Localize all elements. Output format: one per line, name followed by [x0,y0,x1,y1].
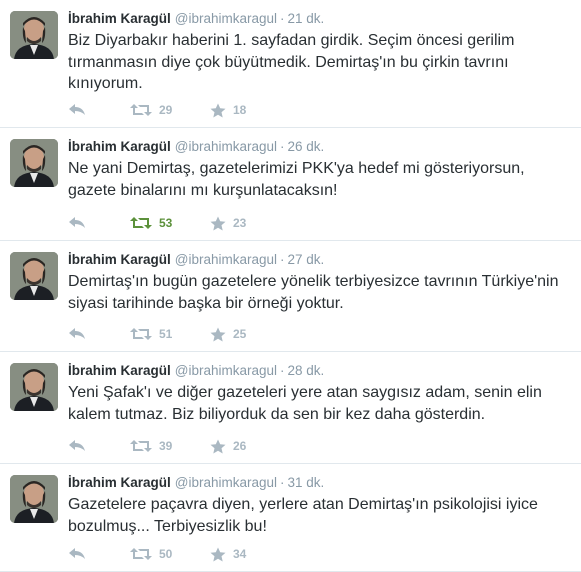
avatar[interactable] [10,11,58,59]
retweet-button[interactable]: 39 [130,439,210,453]
reply-button[interactable] [68,216,130,230]
favorite-button[interactable]: 18 [210,103,290,118]
favorite-button[interactable]: 26 [210,439,290,454]
tweet-header: İbrahim Karagül @ibrahimkaragul · 31 dk. [68,474,569,492]
tweet-timestamp[interactable]: 26 dk. [288,139,325,154]
header-separator: · [280,475,285,490]
tweet-timestamp[interactable]: 27 dk. [288,252,325,267]
retweet-icon [130,440,152,452]
retweet-count: 29 [159,103,173,117]
favorite-button[interactable]: 23 [210,216,290,231]
avatar[interactable] [10,252,58,300]
retweet-icon [130,104,152,116]
author-fullname[interactable]: İbrahim Karagül [68,139,171,154]
favorite-count: 34 [233,547,247,561]
star-icon [210,439,226,453]
tweet-timestamp[interactable]: 28 dk. [288,363,325,378]
reply-icon [69,104,85,115]
retweet-button[interactable]: 50 [130,547,210,561]
author-username[interactable]: @ibrahimkaragul [175,475,277,490]
tweet-header: İbrahim Karagül @ibrahimkaragul · 27 dk. [68,251,569,269]
tweet-timeline: İbrahim Karagül @ibrahimkaragul · 21 dk. Bi… [0,0,581,572]
avatar[interactable] [10,475,58,523]
favorite-count: 25 [233,327,247,341]
retweet-button[interactable]: 51 [130,327,210,341]
tweet-text: Biz Diyarbakır haberini 1. sayfadan gird… [68,32,515,92]
tweet-actions: 39 26 [68,437,290,455]
tweet-text: Gazetelere paçavra diyen, yerlere atan D… [68,496,538,535]
retweet-icon [130,217,152,229]
avatar[interactable] [10,139,58,187]
header-separator: · [280,11,285,26]
tweet-actions: 53 23 [68,214,290,232]
retweet-count: 39 [159,439,173,453]
favorite-button[interactable]: 25 [210,327,290,342]
header-separator: · [280,363,285,378]
author-fullname[interactable]: İbrahim Karagül [68,475,171,490]
author-username[interactable]: @ibrahimkaragul [175,252,277,267]
tweet[interactable]: İbrahim Karagül @ibrahimkaragul · 28 dk. Ye… [0,352,581,464]
reply-button[interactable] [68,327,130,341]
favorite-count: 18 [233,103,247,117]
star-icon [210,327,226,341]
author-fullname[interactable]: İbrahim Karagül [68,11,171,26]
author-username[interactable]: @ibrahimkaragul [175,139,277,154]
star-icon [210,216,226,230]
favorite-button[interactable]: 34 [210,547,290,562]
tweet[interactable]: İbrahim Karagül @ibrahimkaragul · 31 dk. Ga… [0,464,581,572]
tweet-header: İbrahim Karagül @ibrahimkaragul · 26 dk. [68,138,569,156]
tweet-actions: 50 34 [68,545,290,563]
retweet-button[interactable]: 53 [130,216,210,230]
avatar[interactable] [10,363,58,411]
retweet-icon [130,548,152,560]
tweet-text: Yeni Şafak'ı ve diğer gazeteleri yere at… [68,384,542,423]
reply-button[interactable] [68,103,130,117]
tweet-text: Demirtaş'ın bugün gazetelere yönelik ter… [68,273,559,312]
star-icon [210,103,226,117]
reply-icon [69,217,85,228]
tweet-actions: 51 25 [68,325,290,343]
favorite-count: 23 [233,216,247,230]
star-icon [210,547,226,561]
tweet-header: İbrahim Karagül @ibrahimkaragul · 21 dk. [68,10,569,28]
retweet-count: 53 [159,216,173,230]
favorite-count: 26 [233,439,247,453]
retweet-button[interactable]: 29 [130,103,210,117]
author-fullname[interactable]: İbrahim Karagül [68,252,171,267]
retweet-count: 51 [159,327,173,341]
tweet[interactable]: İbrahim Karagül @ibrahimkaragul · 27 dk. De… [0,241,581,352]
tweet[interactable]: İbrahim Karagül @ibrahimkaragul · 26 dk. Ne… [0,128,581,241]
author-username[interactable]: @ibrahimkaragul [175,11,277,26]
author-username[interactable]: @ibrahimkaragul [175,363,277,378]
tweet-text: Ne yani Demirtaş, gazetelerimizi PKK'ya … [68,160,525,199]
retweet-icon [130,328,152,340]
tweet[interactable]: İbrahim Karagül @ibrahimkaragul · 21 dk. Bi… [0,0,581,128]
reply-icon [69,548,85,559]
retweet-count: 50 [159,547,173,561]
header-separator: · [280,252,285,267]
author-fullname[interactable]: İbrahim Karagül [68,363,171,378]
reply-icon [69,440,85,451]
reply-button[interactable] [68,439,130,453]
tweet-timestamp[interactable]: 31 dk. [288,475,325,490]
header-separator: · [280,139,285,154]
tweet-timestamp[interactable]: 21 dk. [288,11,325,26]
reply-button[interactable] [68,547,130,561]
reply-icon [69,328,85,339]
tweet-header: İbrahim Karagül @ibrahimkaragul · 28 dk. [68,362,569,380]
tweet-actions: 29 18 [68,101,290,119]
